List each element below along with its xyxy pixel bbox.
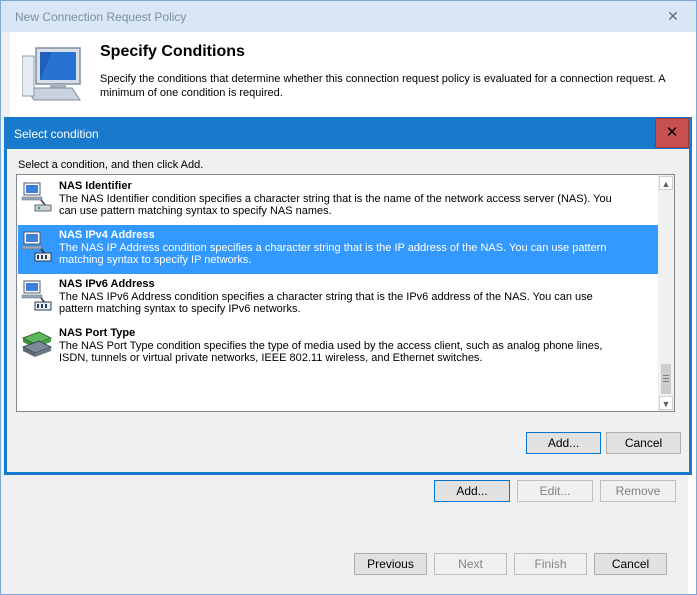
grip-line — [663, 378, 669, 379]
condition-description: The NAS IPv6 Address condition specifies… — [59, 291, 654, 315]
dialog-close-icon[interactable]: ✕ — [655, 118, 689, 148]
grip-line — [663, 375, 669, 376]
condition-description: The NAS Identifier condition specifies a… — [59, 193, 654, 217]
dialog-instruction: Select a condition, and then click Add. — [18, 159, 204, 171]
wizard-titlebar: New Connection Request Policy ✕ — [1, 1, 696, 32]
condition-description-line: can use pattern matching syntax to speci… — [59, 205, 332, 217]
dialog-add-button[interactable]: Add... — [526, 432, 601, 454]
wizard-header: Specify Conditions Specify the condition… — [10, 32, 688, 119]
condition-description-line: The NAS IP Address condition specifies a… — [59, 242, 607, 254]
dialog-cancel-button[interactable]: Cancel — [606, 432, 681, 454]
condition-description: The NAS IP Address condition specifies a… — [59, 242, 654, 266]
next-button[interactable]: Next — [434, 553, 507, 575]
page-description-line: Specify the conditions that determine wh… — [100, 73, 666, 85]
condition-name: NAS IPv6 Address — [59, 278, 155, 290]
network-ipv4-icon — [21, 231, 52, 262]
condition-description-line: The NAS Port Type condition specifies th… — [59, 340, 603, 352]
condition-list[interactable]: NAS Identifier The NAS Identifier condit… — [16, 174, 675, 412]
port-type-icon — [21, 331, 53, 357]
condition-list-scrollbar[interactable]: ▲ ▼ — [658, 175, 674, 411]
condition-item-nas-port-type[interactable]: NAS Port Type The NAS Port Type conditio… — [18, 323, 658, 372]
condition-item-nas-ipv6-address[interactable]: NAS IPv6 Address The NAS IPv6 Address co… — [18, 274, 658, 323]
condition-description-line: pattern matching syntax to specify IPv6 … — [59, 303, 301, 315]
select-condition-dialog: Select condition ✕ Select a condition, a… — [4, 117, 692, 475]
add-condition-button[interactable]: Add... — [434, 480, 510, 502]
wizard-title: New Connection Request Policy — [15, 10, 187, 24]
edit-condition-button[interactable]: Edit... — [517, 480, 593, 502]
page-description-line: minimum of one condition is required. — [100, 87, 283, 99]
network-ipv6-icon — [21, 280, 52, 311]
condition-item-nas-ipv4-address[interactable]: NAS IPv4 Address The NAS IP Address cond… — [18, 225, 658, 274]
scroll-up-icon[interactable]: ▲ — [659, 176, 673, 190]
monitor-icon — [22, 47, 81, 101]
wizard-close-icon[interactable]: ✕ — [660, 5, 686, 27]
condition-description-line: ISDN, tunnels or virtual private network… — [59, 352, 483, 364]
page-title: Specify Conditions — [100, 43, 245, 60]
condition-name: NAS Port Type — [59, 327, 136, 339]
wizard-cancel-button[interactable]: Cancel — [594, 553, 667, 575]
network-identifier-icon — [21, 182, 52, 212]
finish-button[interactable]: Finish — [514, 553, 587, 575]
previous-button[interactable]: Previous — [354, 553, 427, 575]
grip-line — [663, 381, 669, 382]
condition-description-line: The NAS IPv6 Address condition specifies… — [59, 291, 593, 303]
dialog-body: Select a condition, and then click Add. … — [7, 149, 689, 472]
condition-item-nas-identifier[interactable]: NAS Identifier The NAS Identifier condit… — [18, 176, 658, 225]
dialog-title: Select condition — [14, 127, 99, 141]
condition-description-line: The NAS Identifier condition specifies a… — [59, 193, 612, 205]
remove-condition-button[interactable]: Remove — [600, 480, 676, 502]
page-description: Specify the conditions that determine wh… — [100, 72, 690, 100]
condition-name: NAS Identifier — [59, 180, 132, 192]
condition-name: NAS IPv4 Address — [59, 229, 155, 241]
condition-description: The NAS Port Type condition specifies th… — [59, 340, 654, 364]
condition-description-line: matching syntax to specify IP networks. — [59, 254, 252, 266]
scrollbar-thumb[interactable] — [661, 364, 671, 394]
scroll-down-icon[interactable]: ▼ — [659, 396, 673, 410]
